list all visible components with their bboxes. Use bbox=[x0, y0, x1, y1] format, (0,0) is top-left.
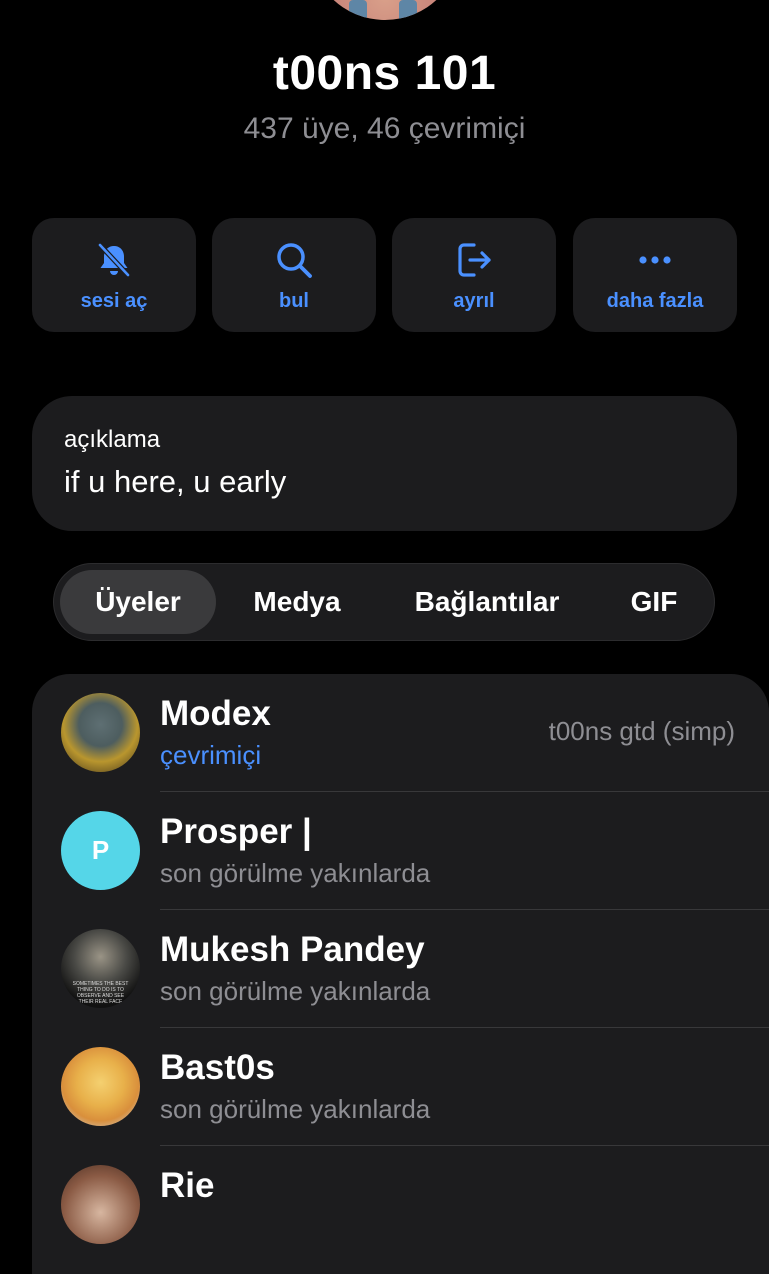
member-row[interactable]: SOMETIMES THE BEST THING TO DO IS TO OBS… bbox=[32, 910, 769, 1028]
members-list: Modex çevrimiçi t00ns gtd (simp) P Prosp… bbox=[32, 674, 769, 1274]
avatar bbox=[61, 1165, 140, 1244]
avatar bbox=[61, 1047, 140, 1126]
leave-label: ayrıl bbox=[453, 290, 495, 312]
member-status: son görülme yakınlarda bbox=[160, 976, 431, 1006]
tab-links[interactable]: Bağlantılar bbox=[394, 564, 580, 640]
leave-button[interactable]: ayrıl bbox=[392, 218, 556, 332]
tab-members[interactable]: Üyeler bbox=[60, 570, 216, 634]
group-title: t00ns 101 bbox=[272, 47, 497, 100]
unmute-label: sesi aç bbox=[80, 290, 148, 312]
unmute-button[interactable]: sesi aç bbox=[32, 218, 196, 332]
member-name: Modex bbox=[160, 694, 271, 733]
member-name: Prosper | bbox=[160, 812, 312, 851]
bell-slash-icon bbox=[97, 242, 131, 278]
description-label: açıklama bbox=[64, 426, 161, 453]
tab-bar: Üyeler Medya Bağlantılar GIF bbox=[53, 563, 715, 641]
group-avatar[interactable] bbox=[309, 0, 461, 20]
member-status: son görülme yakınlarda bbox=[160, 1094, 431, 1124]
leave-icon bbox=[458, 243, 491, 277]
member-name: Mukesh Pandey bbox=[160, 930, 425, 969]
member-row[interactable]: Rie bbox=[32, 1146, 769, 1264]
member-status: son görülme yakınlarda bbox=[160, 858, 431, 888]
action-bar: sesi aç bul ayrıl daha fazla bbox=[32, 218, 737, 332]
search-icon bbox=[277, 243, 312, 278]
avatar-caption: SOMETIMES THE BEST THING TO DO IS TO OBS… bbox=[72, 981, 129, 1005]
avatar: P bbox=[61, 811, 140, 890]
member-name: Rie bbox=[160, 1166, 215, 1205]
search-button[interactable]: bul bbox=[212, 218, 376, 332]
description-text: if u here, u early bbox=[64, 464, 287, 499]
member-row[interactable]: Bast0s son görülme yakınlarda bbox=[32, 1028, 769, 1146]
search-label: bul bbox=[279, 290, 309, 312]
member-name: Bast0s bbox=[160, 1048, 275, 1087]
member-row[interactable]: P Prosper | son görülme yakınlarda bbox=[32, 792, 769, 910]
avatar bbox=[61, 693, 140, 772]
more-button[interactable]: daha fazla bbox=[573, 218, 737, 332]
member-status: çevrimiçi bbox=[160, 740, 262, 770]
more-label: daha fazla bbox=[606, 290, 704, 312]
tab-gif[interactable]: GIF bbox=[614, 564, 694, 640]
tab-media[interactable]: Medya bbox=[234, 564, 360, 640]
member-row[interactable]: Modex çevrimiçi t00ns gtd (simp) bbox=[32, 674, 769, 792]
description-card: açıklama if u here, u early bbox=[32, 396, 737, 531]
member-role: t00ns gtd (simp) bbox=[548, 716, 735, 746]
avatar: SOMETIMES THE BEST THING TO DO IS TO OBS… bbox=[61, 929, 140, 1008]
group-member-count: 437 üye, 46 çevrimiçi bbox=[243, 112, 526, 145]
more-icon bbox=[639, 256, 671, 264]
